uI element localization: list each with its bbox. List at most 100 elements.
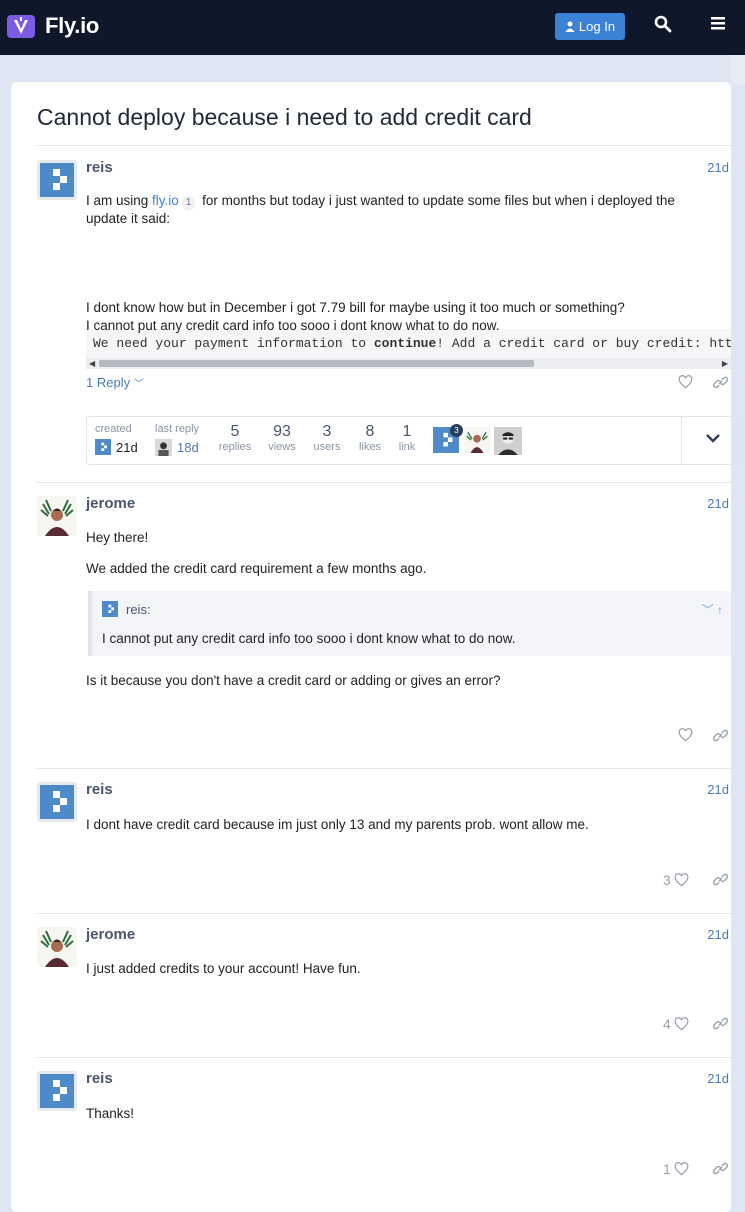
post-date[interactable]: 21d [707,927,729,942]
stat-views: 93 views [265,423,299,453]
post-author[interactable]: reis [86,1070,113,1087]
post-author[interactable]: reis [86,159,113,176]
search-button[interactable] [654,15,674,35]
chevron-down-icon: ﹀ [133,379,144,390]
post-body-paragraph: I dont have credit card because im just … [86,817,589,832]
site-header: Fly.io Log In [0,0,745,55]
like-button[interactable]: 1 [663,1161,689,1177]
code-segment: ! Add a credit card or buy credit: htt [436,336,731,351]
post-date[interactable]: 21d [707,782,729,797]
created-value: 21d [116,439,138,455]
post-body-paragraph: I am using fly.io 1 for months but today … [86,192,716,228]
post-body-paragraph: We added the credit card requirement a f… [86,561,427,576]
text-segment: I am using [86,193,153,208]
top-poster-jerome[interactable] [464,427,490,453]
login-button[interactable]: Log In [555,13,625,40]
code-segment: We need your payment information to [93,336,374,351]
post-body-paragraph: Thanks! [86,1106,135,1121]
avatar[interactable] [37,927,77,967]
page-scrollbar[interactable] [731,55,745,85]
share-link-button[interactable] [713,1161,728,1176]
fly-logo-icon [7,15,35,38]
link-icon [713,376,728,389]
like-count: 4 [663,1016,671,1032]
top-poster-3[interactable] [494,427,522,455]
divider [37,482,731,483]
share-link-button[interactable] [713,872,728,887]
created-value-row: 21d [95,439,138,455]
post-author[interactable]: jerome [86,926,135,943]
created-stat[interactable]: created 21d [95,423,138,455]
avatar[interactable] [37,782,77,822]
jerome-avatar-icon [37,496,77,536]
jerome-avatar-icon [37,927,77,967]
post-date[interactable]: 21d [707,496,729,511]
topic-card: Cannot deploy because i need to add cred… [11,82,738,1212]
like-count: 3 [663,872,671,888]
quote-controls: ﹀ ↑ [702,601,723,618]
code-text: We need your payment information to cont… [93,336,731,351]
avatar[interactable] [37,1071,77,1111]
scroll-left-icon[interactable]: ◀ [89,359,95,368]
post-count-badge: 3 [450,424,463,437]
code-scrollbar[interactable]: ◀ ▶ [86,358,731,369]
chevron-down-icon [706,434,720,443]
heart-icon [674,1017,689,1031]
last-reply-stat[interactable]: last reply 18d [155,423,199,456]
replies-label: 1 Reply [86,375,131,390]
like-count: 1 [663,1161,671,1177]
link-click-count: 1 [181,196,196,210]
created-label: created [95,423,132,435]
user-avatar-icon [494,427,522,455]
go-to-quoted-post-icon[interactable]: ↑ [717,603,723,617]
menu-button[interactable] [710,15,730,35]
stat-number: 5 [230,423,240,440]
quote-text: I cannot put any credit card info too so… [102,631,516,646]
stat-links: 1 link [394,423,420,453]
topic-map: created 21d last reply 18d 5 replies 93 … [86,416,738,465]
link-icon [713,1162,728,1175]
stat-number: 3 [322,423,332,440]
site-logo[interactable]: Fly.io [6,12,99,40]
show-replies-button[interactable]: 1 Reply ﹀ [86,375,144,390]
quote-header[interactable]: reis: [102,601,151,617]
share-link-button[interactable] [713,1016,728,1031]
like-button[interactable]: 4 [663,1016,689,1032]
post-author[interactable]: reis [86,781,113,798]
avatar[interactable] [37,160,77,200]
hamburger-icon [711,17,725,30]
share-link-button[interactable] [713,728,728,743]
reis-avatar-icon [37,160,77,200]
avatar[interactable] [37,496,77,536]
code-bold-word: continue [373,336,437,351]
scroll-right-icon[interactable]: ▶ [722,359,728,368]
post-date[interactable]: 21d [707,160,729,175]
reis-avatar-icon [102,601,118,617]
stat-label: likes [358,441,381,453]
stat-label: views [268,441,296,453]
login-label: Log In [578,19,616,34]
top-poster-reis[interactable]: 3 [433,424,463,453]
like-button[interactable] [678,375,693,389]
quote-block: reis: ﹀ ↑ I cannot put any credit card i… [88,591,731,656]
scroll-thumb[interactable] [99,360,534,367]
stat-users: 3 users [310,423,344,453]
expand-quote-icon[interactable]: ﹀ [702,603,714,617]
stat-label: users [313,441,341,453]
stat-likes: 8 likes [355,423,385,453]
link-icon [713,1017,728,1030]
code-block[interactable]: We need your payment information to cont… [86,329,731,369]
quote-author: reis: [126,601,151,617]
last-reply-label: last reply [155,423,200,435]
like-button[interactable] [678,728,693,742]
link-icon [713,729,728,742]
last-reply-value: 18d [177,440,199,455]
post-author[interactable]: jerome [86,495,135,512]
like-button[interactable]: 3 [663,872,689,888]
stat-label: replies [218,441,252,453]
share-link-button[interactable] [713,375,728,390]
fly-io-link[interactable]: fly.io [152,193,179,208]
stat-label: link [398,441,416,453]
expand-topic-map-button[interactable] [705,430,721,446]
post-date[interactable]: 21d [707,1071,729,1086]
